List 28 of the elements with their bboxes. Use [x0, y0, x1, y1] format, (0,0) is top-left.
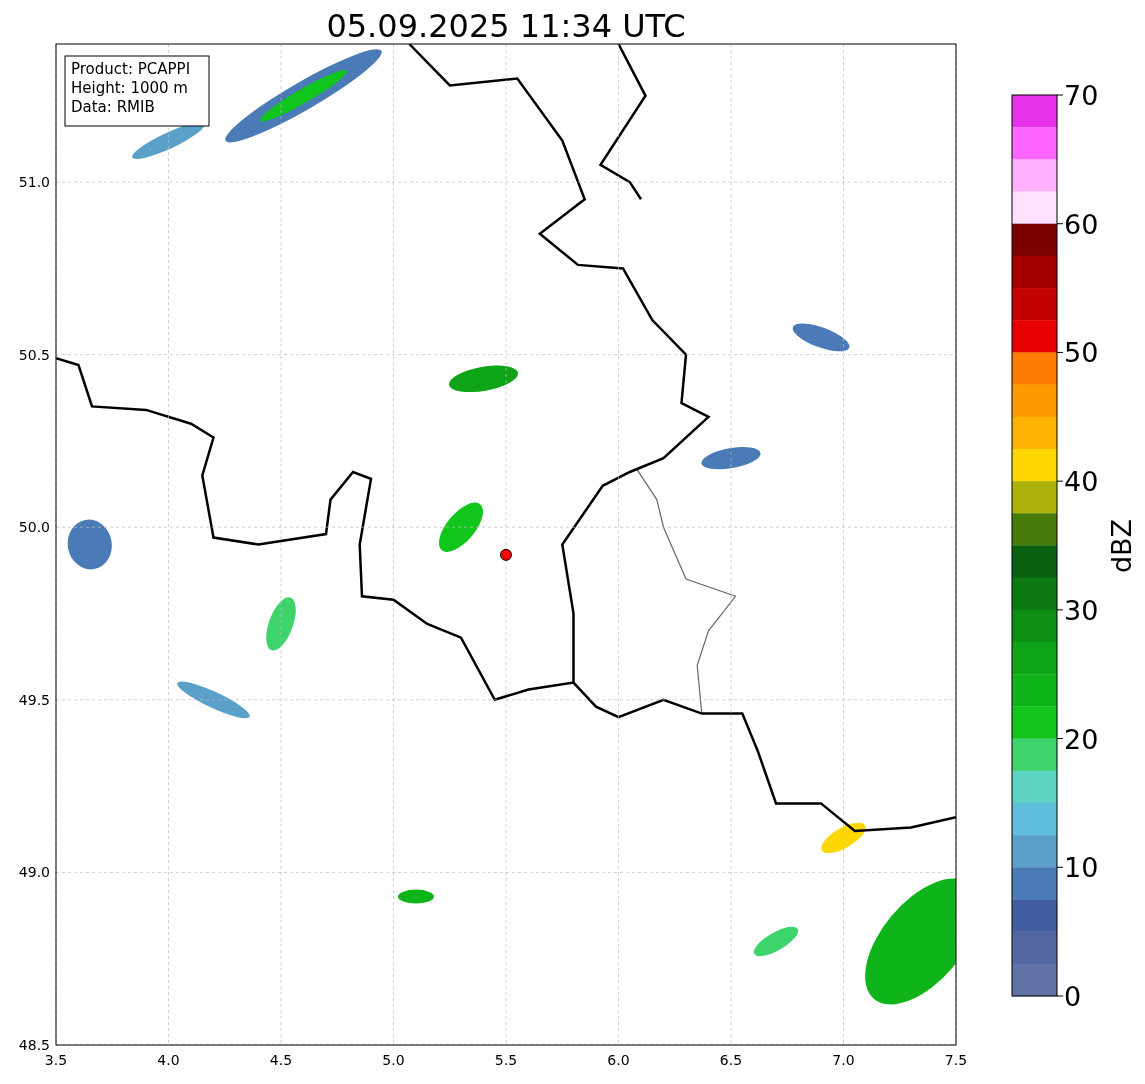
- colorbar-tick-label: 20: [1064, 723, 1099, 755]
- info-text: Height: 1000 m: [71, 79, 188, 97]
- tick-label: 4.0: [157, 1052, 180, 1068]
- tick-label: 7.0: [832, 1052, 855, 1068]
- tick-label: 6.5: [719, 1052, 743, 1068]
- colorbar-tick-label: 60: [1064, 208, 1099, 240]
- colorbar-tick-label: 40: [1064, 466, 1099, 498]
- info-text: Product: PCAPPI: [71, 60, 191, 78]
- chart-title: 05.09.2025 11:34 UTC: [326, 7, 686, 45]
- tick-label: 51.0: [18, 174, 50, 191]
- tick-label: 6.0: [607, 1052, 630, 1068]
- tick-label: 5.0: [382, 1052, 405, 1068]
- tick-label: 48.5: [18, 1037, 50, 1053]
- colorbar-tick-label: 0: [1064, 981, 1082, 1012]
- tick-label: 7.5: [944, 1052, 968, 1068]
- colorbar-tick-label: 30: [1064, 594, 1099, 626]
- tick-label: 50.5: [18, 346, 50, 363]
- tick-label: 49.5: [18, 691, 50, 708]
- colorbar-tick-label: 70: [1064, 80, 1099, 111]
- tick-label: 3.5: [44, 1052, 68, 1068]
- info-text: Data: RMIB: [71, 98, 155, 116]
- colorbar-tick-label: 50: [1064, 337, 1099, 369]
- colorbar-label: dBZ: [1106, 518, 1137, 574]
- tick-label: 5.5: [494, 1052, 518, 1068]
- tick-label: 50.0: [18, 519, 50, 536]
- tick-label: 49.0: [18, 864, 50, 881]
- tick-label: 4.5: [269, 1052, 293, 1068]
- colorbar-tick-label: 10: [1064, 852, 1099, 884]
